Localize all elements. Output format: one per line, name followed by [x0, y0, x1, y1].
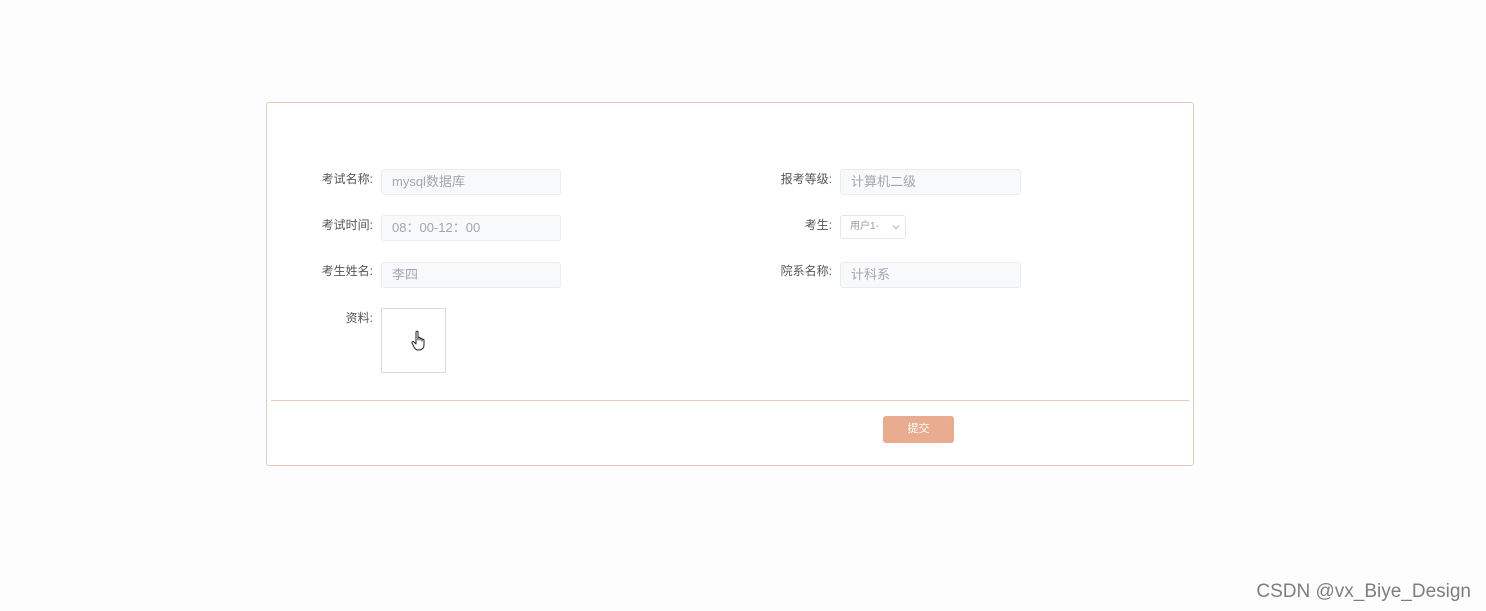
exam-name-input[interactable]: mysql数据库: [381, 169, 561, 195]
hand-pointer-icon: [411, 330, 425, 351]
student-select[interactable]: 用户1-: [840, 215, 906, 239]
material-label: 资料:: [345, 311, 373, 325]
page: 考试名称: mysql数据库 报考等级: 计算机二级 考试时间: 08：00-1…: [0, 0, 1486, 611]
form-divider: [271, 400, 1189, 401]
exam-level-label: 报考等级:: [780, 172, 832, 186]
student-label: 考生:: [804, 218, 832, 232]
exam-time-input[interactable]: 08：00-12：00: [381, 215, 561, 241]
student-select-value: 用户1-: [850, 221, 879, 232]
exam-name-label: 考试名称:: [321, 172, 373, 186]
department-input[interactable]: 计科系: [840, 262, 1021, 288]
chevron-down-icon: [892, 225, 900, 230]
watermark: CSDN @vx_Biye_Design: [1256, 581, 1471, 602]
exam-form-card: 考试名称: mysql数据库 报考等级: 计算机二级 考试时间: 08：00-1…: [266, 102, 1194, 466]
student-name-label: 考生姓名:: [321, 264, 373, 278]
exam-level-input[interactable]: 计算机二级: [840, 169, 1021, 195]
material-upload[interactable]: [381, 308, 446, 373]
exam-time-label: 考试时间:: [321, 218, 373, 232]
student-name-input[interactable]: 李四: [381, 262, 561, 288]
submit-button[interactable]: 提交: [883, 416, 954, 443]
department-label: 院系名称:: [780, 264, 832, 278]
